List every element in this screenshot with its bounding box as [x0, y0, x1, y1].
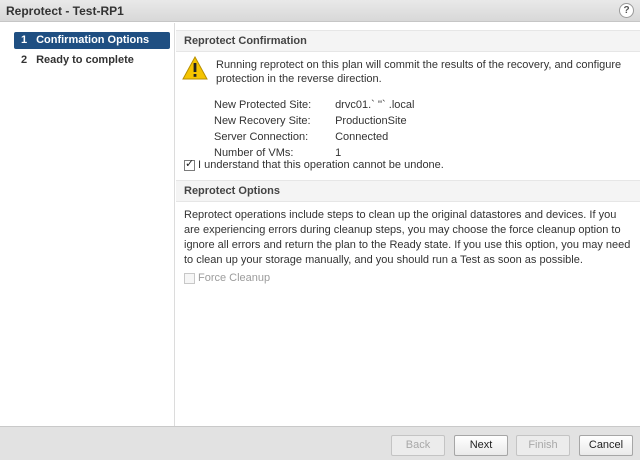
- force-cleanup-checkbox[interactable]: [184, 273, 195, 284]
- detail-value: ProductionSite: [335, 115, 407, 127]
- dialog-title: Reprotect - Test-RP1: [6, 4, 124, 18]
- detail-row-protected-site: New Protected Site: drvc01.` ''` .local: [214, 97, 414, 113]
- next-button[interactable]: Next: [454, 435, 508, 456]
- detail-value: drvc01.` ''` .local: [335, 99, 415, 111]
- force-cleanup-option[interactable]: Force Cleanup: [184, 272, 270, 286]
- detail-label: Server Connection:: [214, 131, 309, 143]
- dialog-footer: Back Next Finish Cancel: [0, 426, 640, 460]
- warning-icon: [182, 56, 208, 80]
- back-button[interactable]: Back: [391, 435, 445, 456]
- reprotect-details: New Protected Site: drvc01.` ''` .local …: [214, 97, 414, 161]
- wizard-steps-sidebar: 1 Confirmation Options 2 Ready to comple…: [0, 23, 175, 426]
- warning-message: Running reprotect on this plan will comm…: [216, 59, 622, 85]
- acknowledge-label: I understand that this operation cannot …: [198, 159, 444, 171]
- detail-label: New Recovery Site:: [214, 115, 311, 127]
- step-number: 2: [21, 54, 28, 66]
- step-ready-to-complete[interactable]: 2 Ready to complete: [14, 52, 170, 69]
- dialog-titlebar: Reprotect - Test-RP1 ?: [0, 0, 640, 22]
- force-cleanup-label: Force Cleanup: [198, 272, 271, 284]
- reprotect-options-description: Reprotect operations include steps to cl…: [184, 209, 631, 266]
- step-confirmation-options[interactable]: 1 Confirmation Options: [14, 32, 170, 49]
- help-icon[interactable]: ?: [619, 3, 634, 18]
- detail-row-recovery-site: New Recovery Site: ProductionSite: [214, 113, 414, 129]
- step-number: 1: [21, 34, 28, 46]
- detail-row-server-connection: Server Connection: Connected: [214, 129, 414, 145]
- acknowledge-option[interactable]: I understand that this operation cannot …: [184, 158, 444, 173]
- cancel-button[interactable]: Cancel: [579, 435, 633, 456]
- detail-value: Connected: [335, 131, 389, 143]
- wizard-content: Reprotect Confirmation Running reprotect…: [176, 23, 640, 426]
- reprotect-options-header: Reprotect Options: [176, 180, 640, 202]
- acknowledge-checkbox[interactable]: [184, 158, 195, 171]
- reprotect-confirmation-header: Reprotect Confirmation: [176, 30, 640, 52]
- step-label: Confirmation Options: [36, 34, 150, 46]
- finish-button[interactable]: Finish: [516, 435, 570, 456]
- step-label: Ready to complete: [36, 54, 134, 66]
- detail-label: New Protected Site:: [214, 99, 312, 111]
